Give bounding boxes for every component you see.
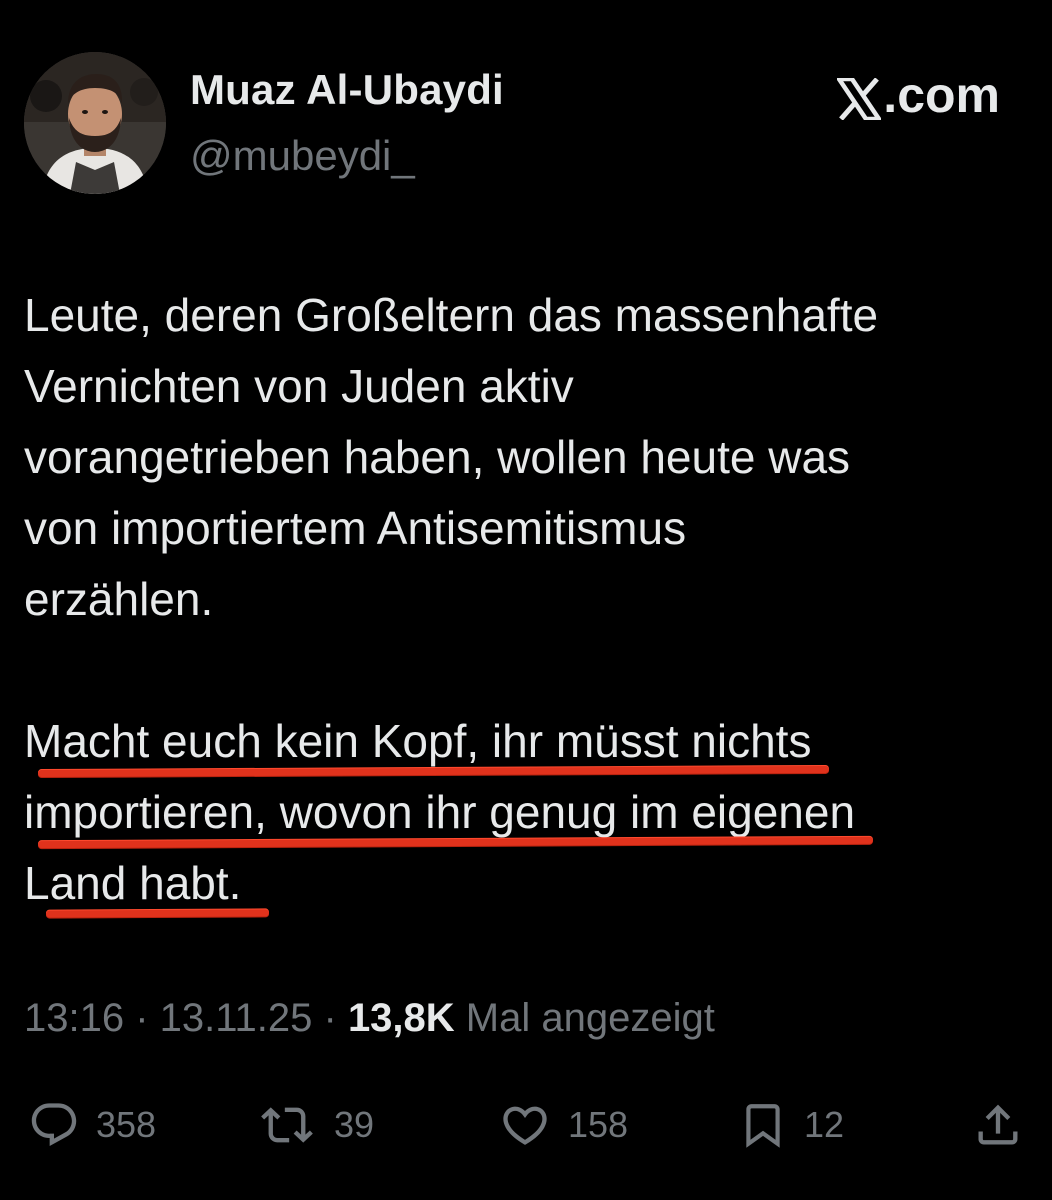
views-label: Mal angezeigt	[454, 996, 715, 1040]
repost-icon	[256, 1099, 318, 1151]
tweet-time[interactable]: 13:16	[24, 996, 124, 1040]
repost-count: 39	[334, 1104, 375, 1145]
meta-separator: ·	[124, 996, 160, 1040]
bookmark-count: 12	[804, 1104, 845, 1145]
tweet-line: erzählen.	[24, 573, 214, 625]
author-avatar[interactable]	[24, 52, 166, 194]
tweet-line: von importiertem Antisemitismus	[24, 502, 687, 554]
x-brand: .com	[835, 66, 1000, 124]
like-count: 158	[568, 1104, 629, 1145]
bookmark-button[interactable]: 12	[738, 1090, 844, 1160]
underlined-line: Macht euch kein Kopf, ihr müsst nichts	[24, 706, 811, 777]
tweet-date[interactable]: 13.11.25	[160, 996, 313, 1040]
action-bar: 358 39 158 12	[0, 1090, 1052, 1160]
brand-domain-text: .com	[883, 67, 1000, 123]
reply-icon	[28, 1099, 80, 1151]
reply-button[interactable]: 358	[28, 1090, 156, 1160]
reply-count: 358	[96, 1104, 157, 1145]
author-handle[interactable]: @mubeydi_	[190, 132, 415, 180]
tweet-paragraph-1: Leute, deren Großeltern das massenhafte …	[24, 280, 1034, 635]
bookmark-icon	[738, 1099, 788, 1151]
heart-icon	[498, 1099, 552, 1151]
like-button[interactable]: 158	[498, 1090, 628, 1160]
x-logo-icon	[835, 74, 884, 122]
views-count: 13,8K	[347, 996, 455, 1040]
tweet-line: Vernichten von Juden aktiv	[24, 360, 574, 412]
tweet-meta: 13:16 · 13.11.25 · 13,8K Mal angezeigt	[24, 996, 715, 1041]
share-icon	[972, 1099, 1024, 1151]
underlined-line: importieren, wovon ihr genug im eigenen	[24, 777, 855, 848]
tweet-paragraph-2: Macht euch kein Kopf, ihr müsst nichts i…	[24, 706, 1034, 919]
meta-separator: ·	[312, 996, 348, 1040]
tweet-text: Leute, deren Großeltern das massenhafte …	[24, 280, 1034, 919]
tweet-line: Leute, deren Großeltern das massenhafte	[24, 289, 879, 341]
underlined-line: Land habt.	[24, 848, 241, 919]
tweet-line: vorangetrieben haben, wollen heute was	[24, 431, 851, 483]
repost-button[interactable]: 39	[256, 1090, 374, 1160]
share-button[interactable]	[972, 1090, 1024, 1160]
author-display-name[interactable]: Muaz Al-Ubaydi	[190, 66, 504, 114]
avatar-photo	[24, 52, 166, 194]
